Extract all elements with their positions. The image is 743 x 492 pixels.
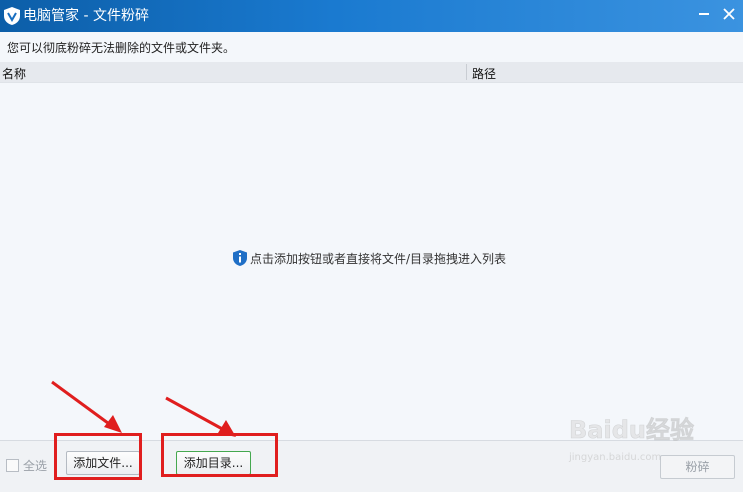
highlight-box-add-file bbox=[54, 433, 142, 480]
column-header-name[interactable]: 名称 bbox=[2, 65, 26, 82]
window-title: 电脑管家 - 文件粉碎 bbox=[23, 8, 149, 24]
list-header: 名称 路径 bbox=[0, 62, 743, 83]
shield-logo-icon bbox=[4, 7, 20, 25]
minimize-icon[interactable] bbox=[694, 6, 714, 22]
info-shield-icon bbox=[233, 250, 247, 266]
empty-list-text: 点击添加按钮或者直接将文件/目录拖拽进入列表 bbox=[250, 252, 507, 266]
close-icon[interactable] bbox=[720, 5, 738, 23]
column-divider[interactable] bbox=[466, 64, 467, 80]
svg-text:Baidu经验: Baidu经验 bbox=[569, 416, 694, 444]
highlight-box-add-directory bbox=[161, 433, 278, 477]
empty-list-message: 点击添加按钮或者直接将文件/目录拖拽进入列表 bbox=[233, 250, 506, 267]
title-bar: 电脑管家 - 文件粉碎 bbox=[0, 0, 743, 32]
column-header-path[interactable]: 路径 bbox=[472, 65, 496, 82]
select-all-checkbox[interactable]: 全选 bbox=[6, 457, 47, 474]
select-all-label: 全选 bbox=[23, 459, 48, 473]
svg-text:jingyan.baidu.com: jingyan.baidu.com bbox=[568, 452, 661, 463]
baidu-watermark: Baidu经验 jingyan.baidu.com bbox=[568, 416, 694, 463]
checkbox-box[interactable] bbox=[6, 459, 19, 472]
description-text: 您可以彻底粉碎无法删除的文件或文件夹。 bbox=[7, 41, 236, 55]
